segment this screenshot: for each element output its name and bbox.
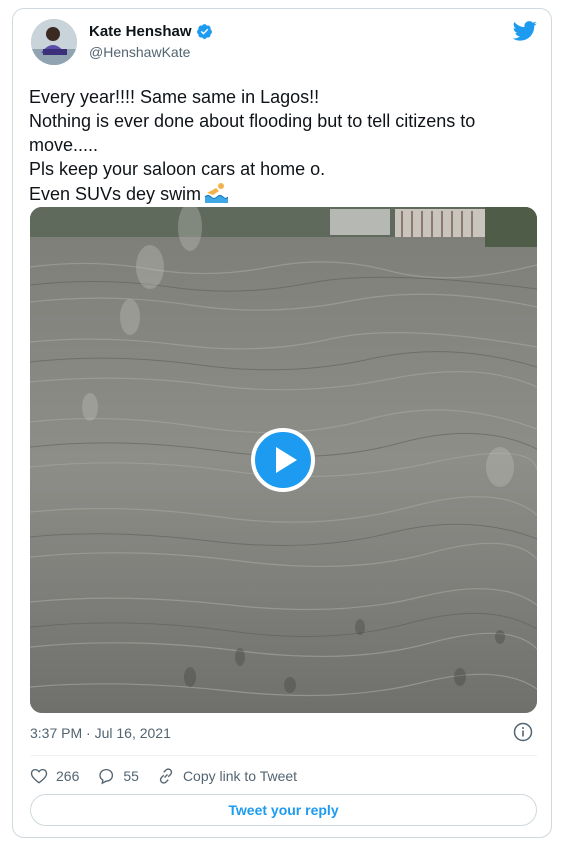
- tweet-timestamp[interactable]: 3:37 PM · Jul 16, 2021: [30, 725, 171, 741]
- display-name[interactable]: Kate Henshaw: [89, 23, 192, 40]
- play-icon[interactable]: [251, 428, 315, 492]
- copy-link-button[interactable]: Copy link to Tweet: [157, 767, 297, 785]
- tweet-card: Kate Henshaw @HenshawKate Every year!!!!…: [12, 8, 552, 838]
- tweet-line: Pls keep your saloon cars at home o.: [29, 159, 326, 179]
- tweet-line: Nothing is ever done about flooding but …: [29, 111, 476, 131]
- verified-badge-icon: [196, 24, 212, 39]
- tweet-line-last: Even SUVs dey swim: [29, 181, 539, 206]
- reply-count: 55: [123, 768, 139, 784]
- divider: [30, 755, 537, 756]
- info-icon[interactable]: [513, 722, 533, 742]
- person-swimming-icon: [204, 183, 229, 203]
- action-bar: 266 55 Copy link to Tweet: [30, 764, 297, 788]
- like-button[interactable]: 266: [30, 767, 79, 785]
- tweet-text: Every year!!!! Same same in Lagos!! Noth…: [29, 85, 539, 206]
- author-name-row[interactable]: Kate Henshaw: [89, 23, 213, 40]
- video-player[interactable]: [30, 207, 537, 713]
- reply-bubble-icon: [99, 768, 114, 785]
- tweet-line: move.....: [29, 135, 99, 155]
- like-count: 266: [56, 768, 80, 784]
- tweet-line: Every year!!!! Same same in Lagos!!: [29, 87, 320, 107]
- author-handle[interactable]: @HenshawKate: [89, 44, 190, 60]
- tweet-line: Even SUVs dey swim: [29, 184, 202, 204]
- reply-action[interactable]: 55: [97, 767, 139, 785]
- heart-icon: [30, 768, 48, 784]
- twitter-bird-icon[interactable]: [513, 21, 537, 41]
- link-icon: [159, 768, 173, 784]
- tweet-your-reply-button[interactable]: Tweet your reply: [30, 794, 537, 826]
- copy-link-label: Copy link to Tweet: [182, 768, 298, 784]
- avatar[interactable]: [31, 19, 77, 65]
